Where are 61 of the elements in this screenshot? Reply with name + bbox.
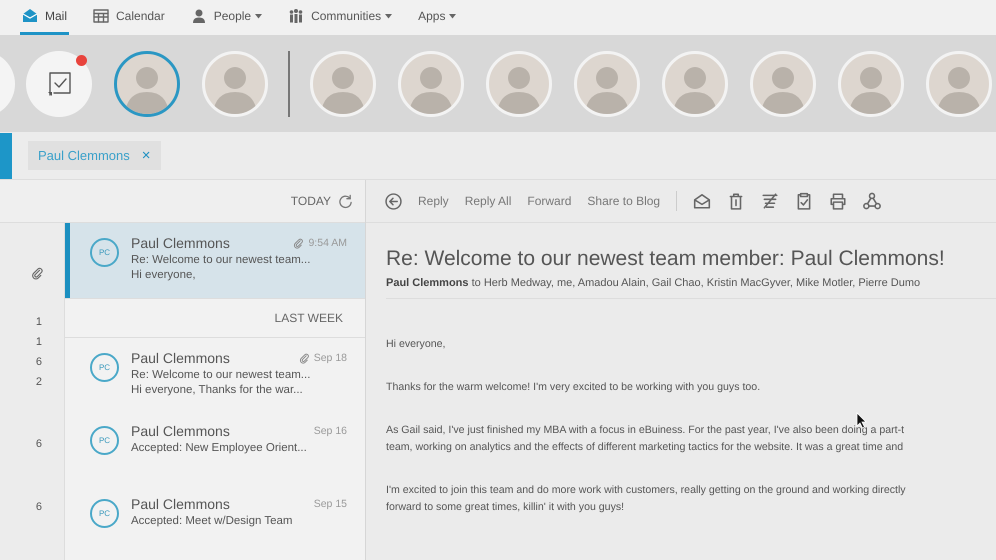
printer-icon[interactable] [829,192,848,210]
message-time: Sep 18 [314,352,347,364]
message-subject: Re: Welcome to our newest team... [131,254,312,266]
toolbar-action[interactable]: Reply [418,194,449,208]
initials-avatar: PC [90,238,119,267]
message-time: 9:54 AM [308,237,347,249]
calendar-icon [93,8,110,24]
count-label: 6 [36,438,42,451]
person-icon [190,8,207,24]
nav-tab[interactable]: Apps [416,0,458,35]
section-heading: LAST WEEK [274,311,343,325]
message-subject-heading: Re: Welcome to our newest team member: Paul Clemmons! [386,247,946,271]
message-time: Sep 15 [314,498,347,510]
count-label: 2 [36,376,42,389]
chip-label: Paul Clemmons [38,148,130,163]
message-subject: Accepted: Meet w/Design Team [131,515,294,527]
message-item[interactable]: PC Paul Clemmons Sep 15 Accepted: Meet w/Design Team [65,484,365,557]
body-text-line: I'm excited to join this team and do more work with customers, really getting on the ground and working directly [386,483,907,498]
refresh-icon[interactable] [338,194,353,208]
nav-tab[interactable]: Communities [286,0,394,35]
toolbar-action[interactable]: Share to Blog [587,194,660,208]
message-subject: Re: Welcome to our newest team... [131,369,312,381]
message-item[interactable]: PC Paul Clemmons 9:54 AM Re: Welcome to our newest team... Hi everyone, [65,223,365,298]
share-nodes-icon[interactable] [863,192,882,210]
body-text-line: As Gail said, I've just finished my MBA with a focus in eBuiness. For the past year, I've also been doing a part-t [386,423,906,438]
section-heading: TODAY [290,194,331,208]
paperclip-icon [31,267,44,280]
message-item[interactable]: PC Paul Clemmons Sep 16 Accepted: New Employee Orient... [65,411,365,484]
body-text-line: forward to some great times, killin' it with you guys! [386,500,626,515]
nav-tab[interactable]: Calendar [91,0,167,35]
envelope-icon [22,8,38,24]
clipboard-icon[interactable] [795,192,814,210]
filter-icon[interactable] [761,192,780,210]
side-tab[interactable] [0,132,12,178]
sender-name: Paul Clemmons [131,496,230,512]
nav-tab[interactable]: People [188,0,264,35]
toolbar-action[interactable]: Forward [527,194,572,208]
trash-icon[interactable] [727,192,746,210]
back-icon[interactable] [385,192,402,210]
message-time: Sep 16 [314,425,347,437]
people-icon [288,8,304,24]
count-label: 6 [36,356,42,369]
initials-avatar: PC [90,353,119,382]
toolbar-action[interactable]: Reply All [464,194,512,208]
message-preview: Hi everyone, Thanks for the war... [131,384,304,396]
body-text-line: Thanks for the warm welcome! I'm very excited to be working with you guys too. [386,380,762,395]
count-label: 1 [36,336,42,349]
recipients-line: Paul Clemmons to Herb Medway, me, Amadou Alain, Gail Chao, Kristin MacGyver, Mike Motler, Pierre Dumo [386,277,922,289]
initials-avatar: PC [90,499,119,528]
sender-name: Paul Clemmons [131,423,230,439]
sender-name: Paul Clemmons [131,235,230,251]
body-text-line: team, working on analytics and the effects of different marketing tactics for the website. It was a great time and [386,440,904,455]
count-label: 6 [36,501,42,514]
count-label: 1 [36,316,42,329]
message-preview: Hi everyone, [131,269,197,281]
initials-avatar: PC [90,426,119,455]
sender-name: Paul Clemmons [131,350,230,366]
body-text-line: Hi everyone, [386,337,446,352]
message-subject: Accepted: New Employee Orient... [131,442,308,454]
open-envelope-icon[interactable] [693,192,712,210]
message-item[interactable]: PC Paul Clemmons Sep 18 Re: Welcome to our newest team... Hi everyone, Thanks for the war... [65,338,365,411]
